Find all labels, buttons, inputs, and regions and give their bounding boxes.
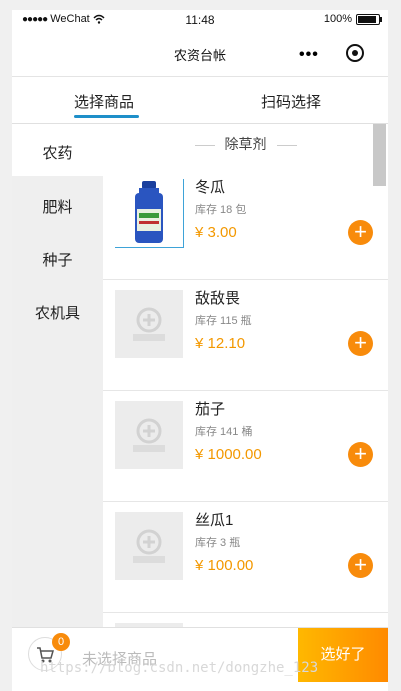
status-right: 100% [323,13,382,25]
image-placeholder-icon [133,307,165,341]
battery-percent: 100% [323,13,352,25]
add-to-cart-button[interactable]: + [348,442,373,467]
divider [194,144,215,146]
product-price: ¥ 100.00 [195,557,254,574]
cart-count-badge: 0 [52,633,70,651]
list-item[interactable]: 敌敌畏 库存 115 瓶 ¥ 12.10 + [103,280,388,391]
cart-footer: 0 未选择商品 选好了 [12,627,388,691]
product-stock: 库存 3 瓶 [195,537,241,549]
pesticide-bottle-icon [135,181,163,243]
more-dots-icon[interactable]: ••• [299,46,319,64]
category-sidebar: 农药 肥料 种子 农机具 [12,124,103,627]
list-item[interactable]: 冬瓜 库存 18 包 ¥ 3.00 + [103,169,388,280]
product-image [115,179,184,248]
sidebar-item-fertilizer[interactable]: 肥料 [12,196,103,217]
page-title: 农资台帐 [173,48,226,63]
list-item[interactable] [103,613,388,627]
product-name: 茄子 [195,401,226,418]
add-to-cart-button[interactable]: + [348,553,373,578]
tab-scan-select[interactable]: 扫码选择 [261,91,321,112]
list-item[interactable]: 丝瓜1 库存 3 瓶 ¥ 100.00 + [103,502,388,613]
section-title: 除草剂 [224,136,267,152]
tab-active-indicator [74,115,139,118]
product-price: ¥ 12.10 [195,335,246,352]
product-stock: 库存 18 包 [195,204,247,216]
battery-icon [356,13,382,25]
product-image-placeholder [115,512,183,580]
status-bar: ●●●●● WeChat 11:48 100% [12,10,388,32]
phone-screen: ●●●●● WeChat 11:48 100% 农资台帐 ••• 选择商品 扫码… [12,10,388,691]
product-name: 敌敌畏 [195,290,241,307]
product-price: ¥ 3.00 [195,224,237,241]
sidebar-item-label: 农药 [42,145,73,162]
product-name: 冬瓜 [195,179,226,196]
section-header: 除草剂 [103,134,388,154]
product-list[interactable]: 除草剂 冬瓜 库存 18 包 ¥ 3.00 + 敌敌畏 库存 115 瓶 ¥ 1… [103,124,388,627]
tab-bar: 选择商品 扫码选择 [12,77,388,124]
add-to-cart-button[interactable]: + [348,331,373,356]
product-price: ¥ 1000.00 [195,446,262,463]
sidebar-item-machinery[interactable]: 农机具 [12,302,103,323]
image-placeholder-icon [133,529,165,563]
nav-bar: 农资台帐 ••• [12,32,388,77]
divider [276,144,297,146]
add-to-cart-button[interactable]: + [348,220,373,245]
product-stock: 库存 115 瓶 [195,315,252,327]
list-item[interactable]: 茄子 库存 141 桶 ¥ 1000.00 + [103,391,388,502]
scrollbar[interactable] [373,124,386,186]
product-stock: 库存 141 桶 [195,426,253,438]
watermark: https://blog.csdn.net/dongzhe_123 [40,660,319,676]
sidebar-item-seed[interactable]: 种子 [12,249,103,270]
product-image-placeholder [115,290,183,358]
image-placeholder-icon [133,418,165,452]
product-image-placeholder [115,401,183,469]
circle-target-icon[interactable] [346,44,364,62]
product-name: 丝瓜1 [195,512,234,529]
tab-select-product[interactable]: 选择商品 [74,91,134,112]
sidebar-item-pesticide[interactable]: 农药 [12,124,103,176]
